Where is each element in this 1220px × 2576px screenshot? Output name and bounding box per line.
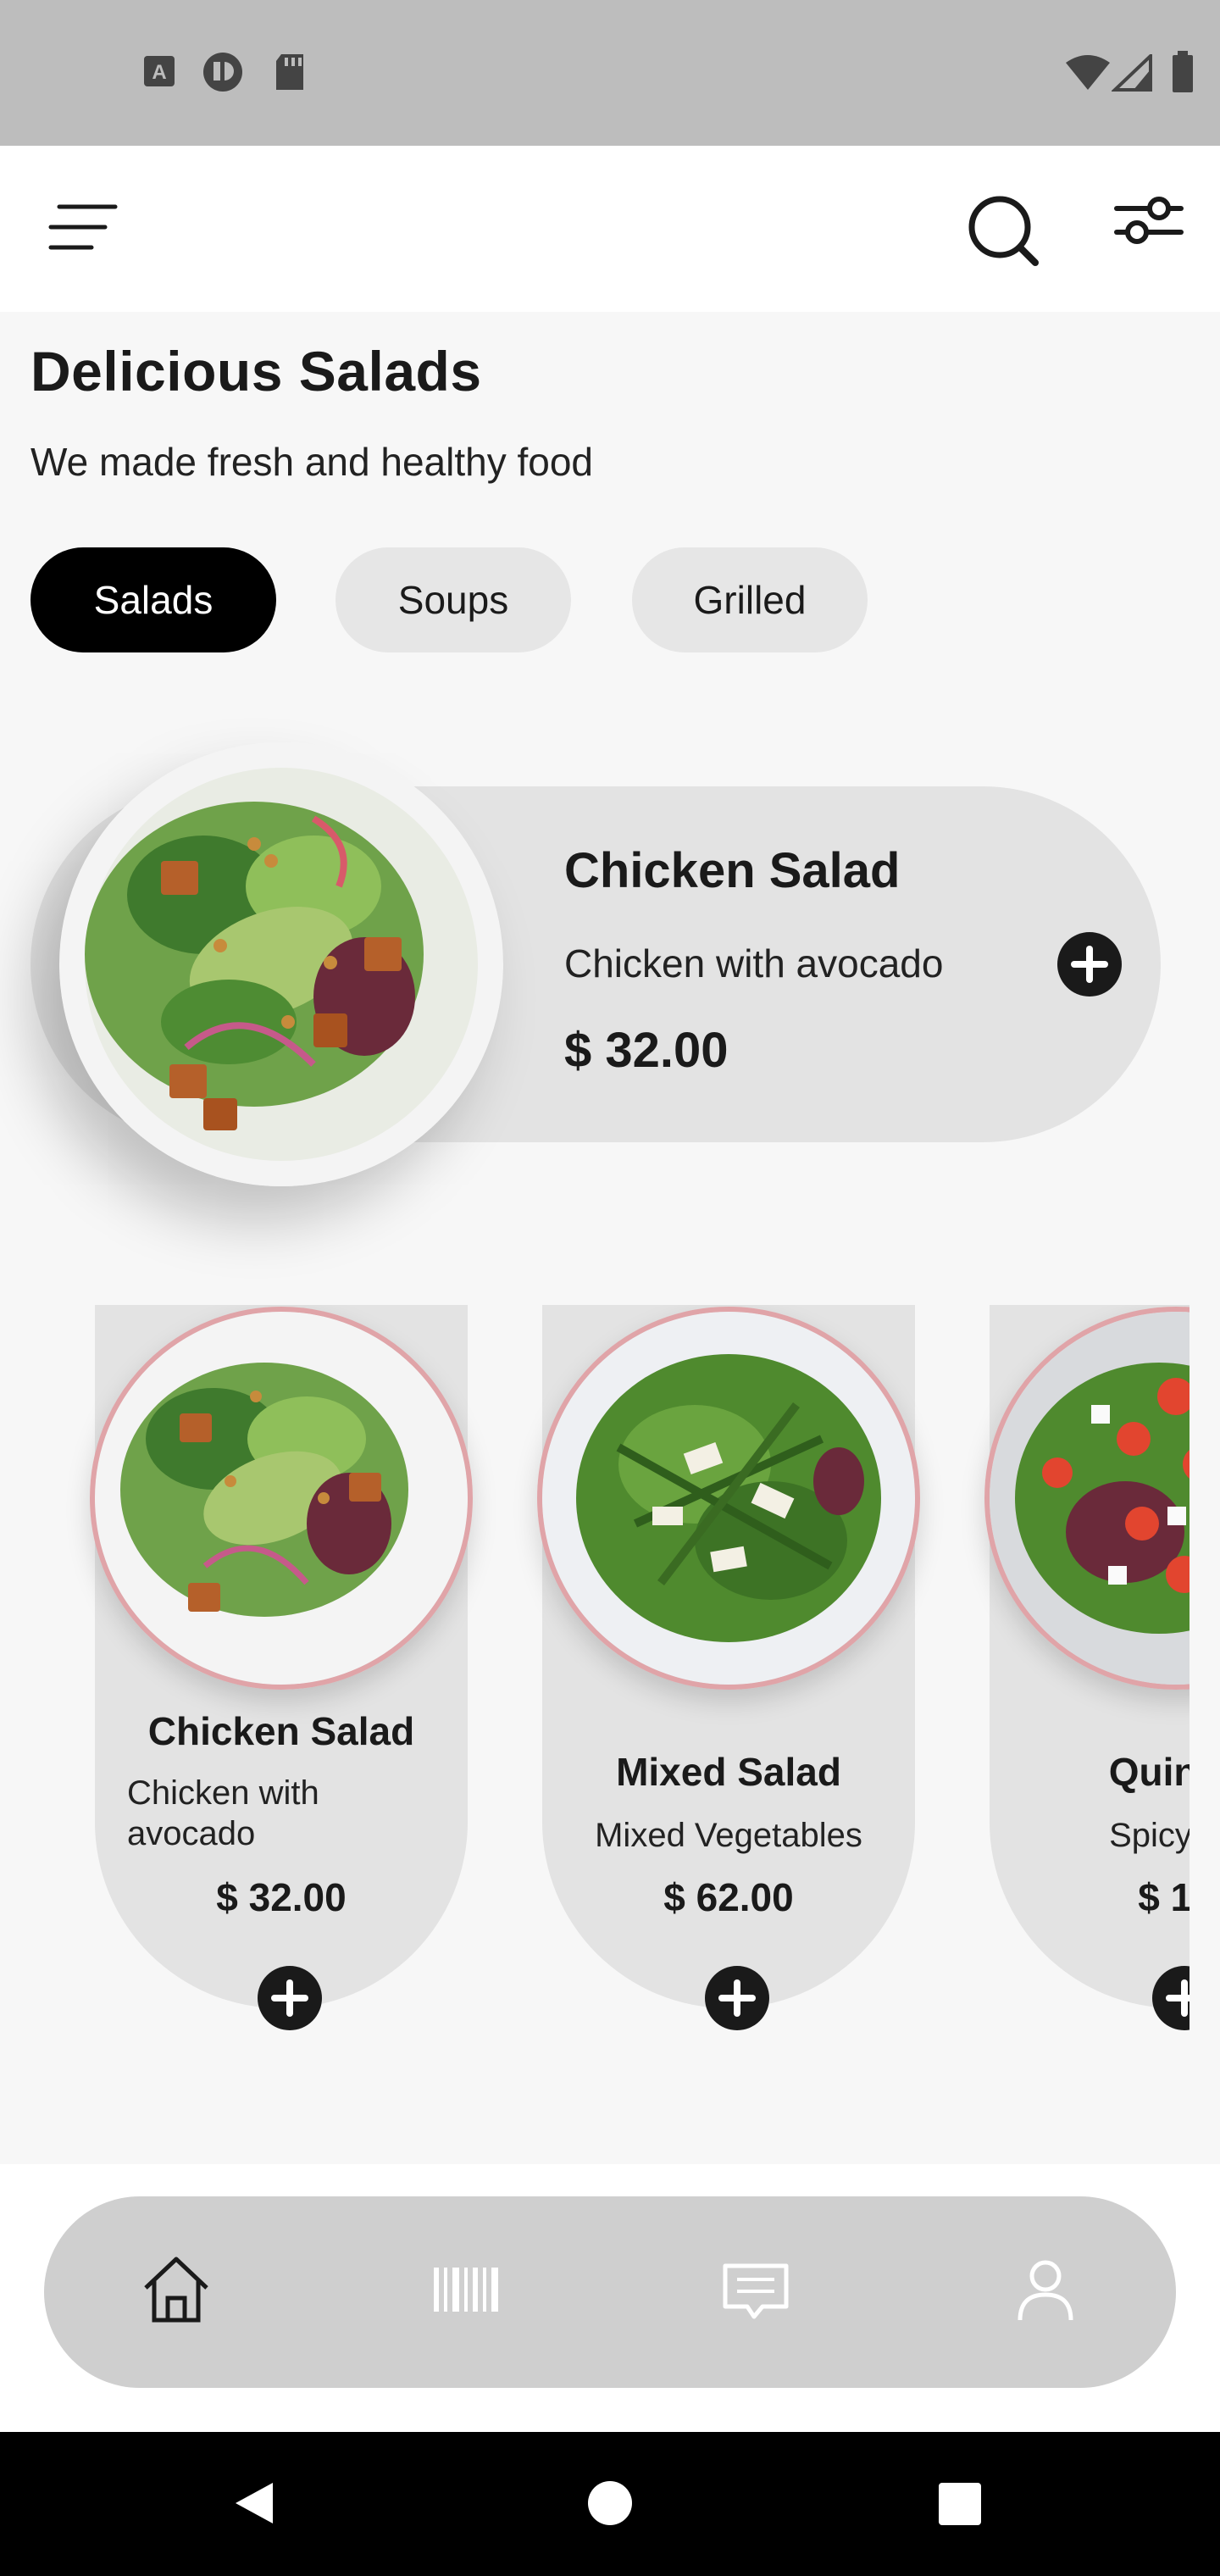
plus-icon xyxy=(271,1979,308,2017)
product-description: Chicken with avocado xyxy=(127,1774,319,1852)
svg-text:A: A xyxy=(152,61,166,84)
featured-salad-image xyxy=(59,742,503,1186)
barcode-icon xyxy=(434,2268,498,2312)
recents-square-icon xyxy=(939,2483,981,2525)
nav-profile[interactable] xyxy=(1003,2247,1088,2332)
product-name: Quinoa xyxy=(1108,1750,1190,1794)
product-image xyxy=(537,1307,920,1690)
featured-add-button[interactable] xyxy=(1057,932,1122,997)
status-bar: A xyxy=(0,0,1220,146)
keyboard-a-icon: A xyxy=(144,56,175,86)
product-name: Chicken Salad xyxy=(147,1709,415,1753)
product-add-button[interactable] xyxy=(705,1966,769,2030)
plus-icon xyxy=(1166,1979,1190,2017)
plus-icon xyxy=(718,1979,756,2017)
system-home-button[interactable] xyxy=(586,2479,634,2531)
plus-icon xyxy=(1071,946,1108,983)
wifi-icon xyxy=(1066,55,1110,90)
category-chip-soups[interactable]: Soups xyxy=(336,547,571,652)
system-back-button[interactable] xyxy=(229,2478,280,2533)
nav-messages[interactable] xyxy=(713,2247,798,2332)
privacy-icon xyxy=(203,53,242,92)
sliders-icon xyxy=(1114,197,1184,244)
system-recents-button[interactable] xyxy=(937,2481,983,2531)
featured-name: Chicken Salad xyxy=(564,843,901,898)
product-card[interactable]: Mixed Salad Mixed Vegetables $ 62.00 xyxy=(537,1305,920,2030)
profile-icon xyxy=(1018,2260,1073,2321)
product-add-button[interactable] xyxy=(258,1966,322,2030)
search-button[interactable] xyxy=(962,190,1044,271)
featured-price: $ 32.00 xyxy=(564,1023,729,1078)
product-price: $ 62.00 xyxy=(663,1875,794,1919)
system-navigation-bar xyxy=(0,2432,1220,2576)
menu-lines-icon xyxy=(48,204,118,250)
menu-button[interactable] xyxy=(37,197,122,264)
product-name: Mixed Salad xyxy=(616,1750,841,1794)
featured-description: Chicken with avocado xyxy=(564,941,944,985)
battery-icon xyxy=(1173,51,1193,92)
product-card[interactable]: Quinoa Spicy wit $ 12 xyxy=(984,1305,1190,2030)
sd-card-icon xyxy=(276,54,303,90)
back-triangle-icon xyxy=(236,2483,273,2523)
bottom-nav xyxy=(44,2196,1176,2388)
product-description: Mixed Vegetables xyxy=(595,1817,862,1854)
nav-home[interactable] xyxy=(134,2247,219,2332)
product-add-button[interactable] xyxy=(1152,1966,1190,2030)
home-circle-icon xyxy=(588,2481,632,2525)
category-chip-salads[interactable]: Salads xyxy=(30,547,276,652)
products-row: Chicken Salad Chicken with avocado $ 32.… xyxy=(0,1305,1190,2051)
product-description: Spicy wit xyxy=(1109,1817,1190,1854)
product-price: $ 12 xyxy=(1138,1875,1190,1919)
page-title: Delicious Salads xyxy=(30,340,482,402)
product-price: $ 32.00 xyxy=(216,1875,347,1919)
page-subtitle: We made fresh and healthy food xyxy=(30,440,594,484)
message-icon xyxy=(723,2263,789,2319)
product-card[interactable]: Chicken Salad Chicken with avocado $ 32.… xyxy=(90,1305,473,2030)
product-image xyxy=(90,1307,473,1690)
category-chip-grilled[interactable]: Grilled xyxy=(632,547,868,652)
home-icon xyxy=(144,2257,208,2323)
cellular-signal-icon xyxy=(1112,54,1152,92)
nav-scan[interactable] xyxy=(424,2247,508,2332)
search-icon xyxy=(968,196,1039,266)
app-bar xyxy=(0,146,1220,312)
filter-button[interactable] xyxy=(1106,183,1188,264)
